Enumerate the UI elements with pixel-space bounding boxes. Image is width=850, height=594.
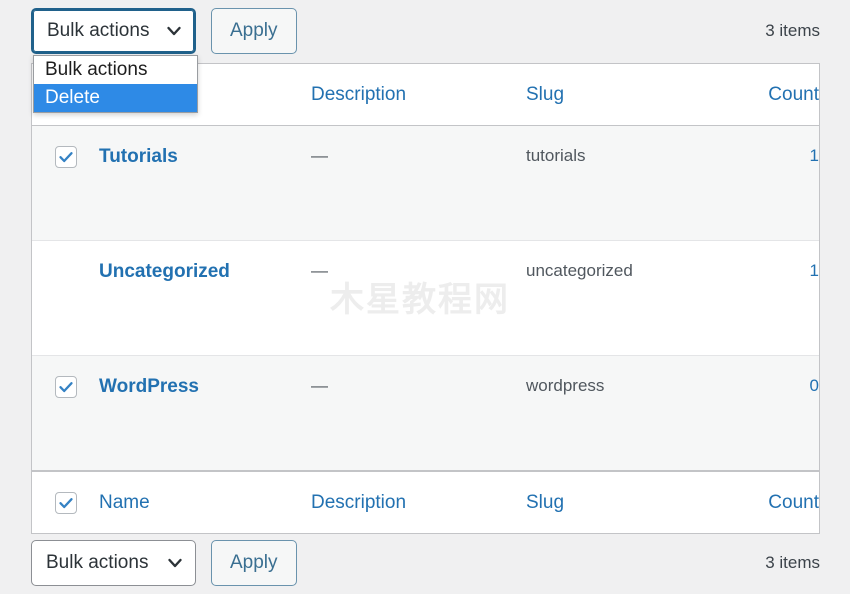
table-row: WordPress — wordpress 0 — [32, 356, 819, 471]
term-link-wordpress[interactable]: WordPress — [99, 376, 199, 397]
items-count-bottom: 3 items — [765, 553, 820, 573]
row-checkbox-cell-empty — [32, 241, 99, 261]
bulk-actions-select-top-value: Bulk actions — [47, 20, 149, 42]
row-slug-cell: uncategorized — [526, 241, 723, 281]
table-row: Tutorials — tutorials 1 — [32, 126, 819, 241]
tablenav-bottom: Bulk actions Apply 3 items — [0, 532, 850, 594]
footer-select-all-cell — [32, 492, 99, 514]
footer-column-header-slug[interactable]: Slug — [526, 492, 723, 514]
checkmark-icon — [58, 379, 74, 395]
count-link-uncategorized[interactable]: 1 — [810, 261, 819, 280]
row-description-cell: — — [311, 241, 526, 281]
count-link-wordpress[interactable]: 0 — [810, 376, 819, 395]
column-header-count[interactable]: Count — [723, 84, 820, 106]
row-count-cell: 1 — [723, 241, 820, 281]
categories-table: Name Description Slug Count Tutorials — … — [31, 63, 820, 534]
row-checkbox-tutorials[interactable] — [55, 146, 77, 168]
count-link-tutorials[interactable]: 1 — [810, 146, 819, 165]
row-slug-cell: wordpress — [526, 356, 723, 396]
table-row: Uncategorized — uncategorized 1 — [32, 241, 819, 356]
row-description-cell: — — [311, 126, 526, 166]
table-footer-row: Name Description Slug Count — [32, 471, 819, 533]
select-all-checkbox-bottom[interactable] — [55, 492, 77, 514]
apply-button-top[interactable]: Apply — [211, 8, 297, 54]
row-count-cell: 0 — [723, 356, 820, 396]
row-checkbox-wordpress[interactable] — [55, 376, 77, 398]
footer-column-header-description[interactable]: Description — [311, 492, 526, 514]
bulk-actions-select-bottom-value: Bulk actions — [46, 552, 148, 574]
row-count-cell: 1 — [723, 126, 820, 166]
row-slug-cell: tutorials — [526, 126, 723, 166]
chevron-down-icon — [164, 21, 184, 41]
checkmark-icon — [58, 495, 74, 511]
bulk-actions-select-bottom[interactable]: Bulk actions — [31, 540, 196, 586]
row-checkbox-cell — [32, 126, 99, 168]
bulk-actions-wrapper-top: Bulk actions Bulk actions Delete — [31, 8, 196, 54]
column-header-description[interactable]: Description — [311, 84, 526, 106]
tablenav-top: Bulk actions Bulk actions Delete Apply 3… — [0, 0, 850, 62]
row-name-cell: WordPress — [99, 356, 311, 398]
footer-column-header-name[interactable]: Name — [99, 492, 311, 514]
row-name-cell: Uncategorized — [99, 241, 311, 283]
bulk-actions-dropdown-list[interactable]: Bulk actions Delete — [33, 55, 198, 113]
apply-button-bottom[interactable]: Apply — [211, 540, 297, 586]
footer-column-header-count[interactable]: Count — [723, 492, 820, 514]
row-checkbox-cell — [32, 356, 99, 398]
term-link-uncategorized[interactable]: Uncategorized — [99, 261, 230, 282]
row-description-cell: — — [311, 356, 526, 396]
row-name-cell: Tutorials — [99, 126, 311, 168]
checkmark-icon — [58, 149, 74, 165]
term-link-tutorials[interactable]: Tutorials — [99, 146, 178, 167]
column-header-slug[interactable]: Slug — [526, 84, 723, 106]
dropdown-option-delete[interactable]: Delete — [34, 84, 197, 112]
bulk-actions-wrapper-bottom: Bulk actions — [31, 540, 196, 586]
dropdown-option-bulk-actions[interactable]: Bulk actions — [34, 56, 197, 84]
items-count-top: 3 items — [765, 21, 820, 41]
bulk-actions-select-top[interactable]: Bulk actions — [31, 8, 196, 54]
chevron-down-icon — [165, 553, 185, 573]
